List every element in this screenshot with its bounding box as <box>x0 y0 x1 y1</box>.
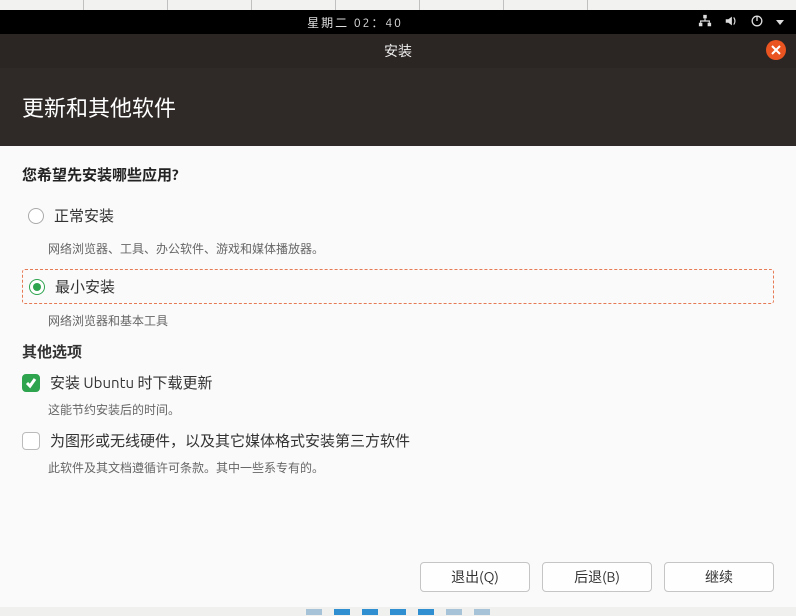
radio-normal[interactable] <box>28 208 44 224</box>
network-icon[interactable] <box>698 14 712 31</box>
install-option-desc: 网络浏览器和基本工具 <box>48 312 774 329</box>
power-icon[interactable] <box>750 14 764 31</box>
continue-button[interactable]: 继续 <box>664 562 774 592</box>
page-indicator <box>0 607 796 616</box>
other-option-desc: 此软件及其文档遵循许可条款。其中一些系专有的。 <box>48 459 774 476</box>
radio-minimal[interactable] <box>29 279 45 295</box>
system-topbar: 星期二 02：40 <box>0 10 796 34</box>
other-option-updates[interactable]: 安装 Ubuntu 时下载更新 <box>22 372 774 393</box>
window-titlebar: 安装 <box>0 34 796 68</box>
page-header: 更新和其他软件 <box>0 68 796 146</box>
quit-button[interactable]: 退出(Q) <box>420 562 530 592</box>
truncated-top-tabs <box>0 0 796 10</box>
back-button[interactable]: 后退(B) <box>542 562 652 592</box>
checkbox-updates[interactable] <box>22 374 40 392</box>
install-option-minimal[interactable]: 最小安装 <box>22 269 774 304</box>
topbar-datetime: 星期二 02：40 <box>12 14 698 31</box>
checkbox-thirdparty[interactable] <box>22 432 40 450</box>
other-option-label: 为图形或无线硬件，以及其它媒体格式安装第三方软件 <box>50 430 410 451</box>
install-option-desc: 网络浏览器、工具、办公软件、游戏和媒体播放器。 <box>48 240 774 257</box>
other-options-title: 其他选项 <box>22 341 774 362</box>
install-question: 您希望先安装哪些应用? <box>22 164 774 185</box>
window-title: 安装 <box>384 41 412 61</box>
other-option-label: 安装 Ubuntu 时下载更新 <box>50 372 212 393</box>
other-option-thirdparty[interactable]: 为图形或无线硬件，以及其它媒体格式安装第三方软件 <box>22 430 774 451</box>
dropdown-icon[interactable] <box>776 20 784 25</box>
install-option-label: 最小安装 <box>55 276 115 297</box>
page-title: 更新和其他软件 <box>22 91 176 123</box>
other-option-desc: 这能节约安装后的时间。 <box>48 401 774 418</box>
install-option-label: 正常安装 <box>54 205 114 226</box>
volume-icon[interactable] <box>724 14 738 31</box>
close-button[interactable] <box>766 40 786 60</box>
install-option-normal[interactable]: 正常安装 <box>22 199 774 232</box>
